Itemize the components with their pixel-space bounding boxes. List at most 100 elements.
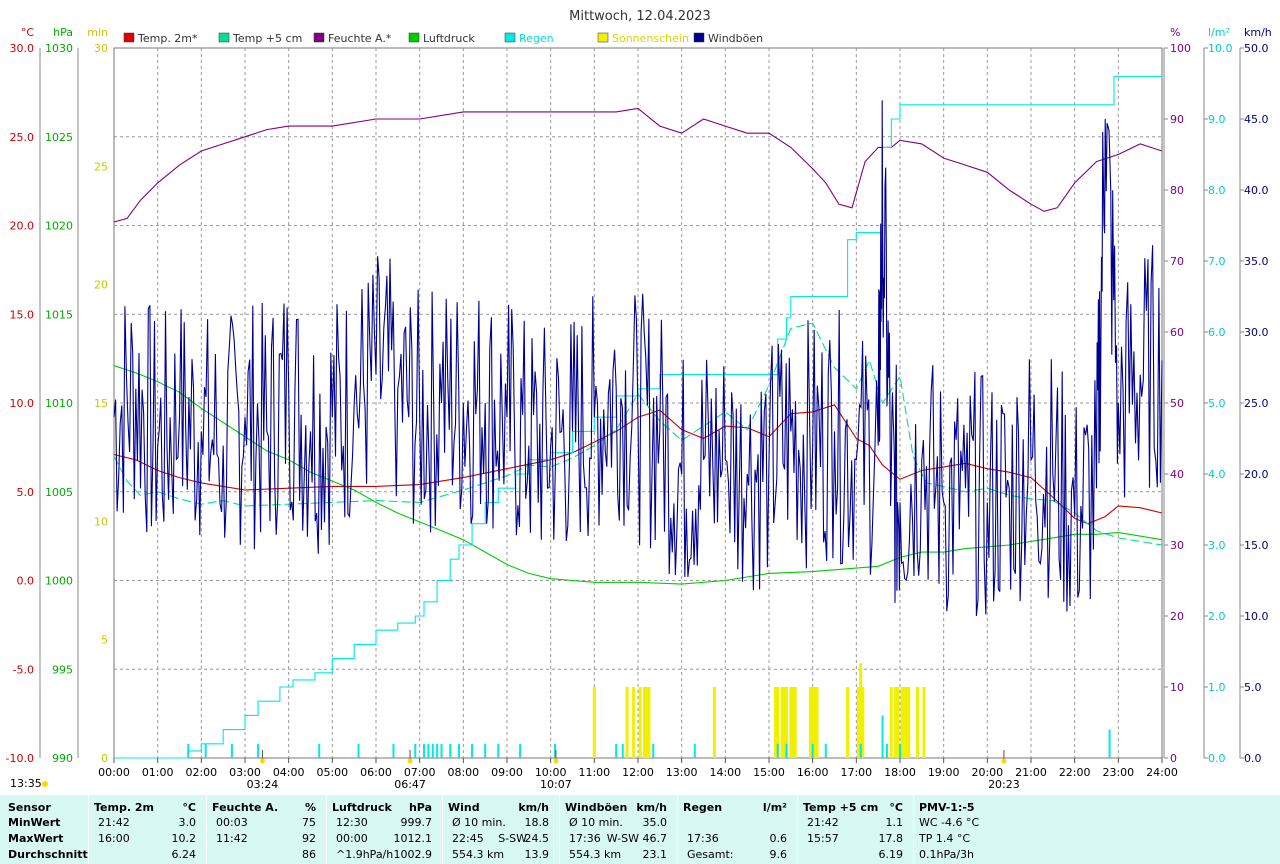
stats-cell-label: 00:00	[336, 832, 368, 845]
rain-tick-label: 6.0	[1208, 326, 1226, 339]
sunshine-bar	[632, 687, 636, 758]
temp-tick-label: -10.0	[6, 752, 34, 765]
stats-cell-value: 23.1	[642, 848, 668, 861]
humidity-tick-label: 30	[1170, 539, 1184, 552]
sunshine-bar	[647, 687, 651, 758]
chart-title: Mittwoch, 12.04.2023	[569, 9, 711, 24]
humidity-tick-label: 90	[1170, 113, 1184, 126]
rain-bar	[204, 743, 207, 758]
x-tick-label: 21:00	[1015, 766, 1047, 779]
rain-bar	[257, 743, 260, 758]
stats-column-title: PMV-1:-5	[919, 801, 975, 814]
stats-separator	[559, 795, 560, 864]
sunshine-bar	[846, 687, 850, 758]
pressure-tick-label: 1015	[45, 308, 73, 321]
temp-tick-label: 0.0	[17, 575, 35, 588]
legend-label: Temp. 2m*	[137, 32, 198, 45]
rain-bar	[824, 743, 827, 758]
rain-bar	[776, 743, 779, 758]
sunshine-bar	[625, 687, 629, 758]
sunshine-tick-label: 30	[94, 42, 108, 55]
temp-tick-label: 20.0	[10, 220, 35, 233]
stats-label-column: Sensor MinWert MaxWert Durchschnitt	[8, 795, 88, 864]
stats-cell-label: ^1.9hPa/h	[336, 848, 394, 861]
pressure-tick-label: 1005	[45, 486, 73, 499]
wind-tick-label: 50.0	[1244, 42, 1269, 55]
stats-column: Temp. 2m °C 21:42 3.0 16:00 10.2 6.24	[88, 795, 204, 864]
pressure-tick-label: 1020	[45, 220, 73, 233]
legend-swatch	[123, 32, 135, 43]
sunshine-tick-label: 20	[94, 279, 108, 292]
humidity-tick-label: 50	[1170, 397, 1184, 410]
wind-tick-label: 10.0	[1244, 610, 1269, 623]
chart-legend: Temp. 2m* Temp +5 cm Feuchte A.* Luftdruck R…	[123, 32, 763, 45]
stats-cell-label: 554.3 km	[569, 848, 622, 861]
rain-tick-label: 5.0	[1208, 397, 1226, 410]
rain-bar	[457, 743, 460, 758]
humidity-tick-label: 10	[1170, 681, 1184, 694]
x-tick-label: 08:00	[447, 766, 479, 779]
sunshine-bar	[592, 687, 596, 758]
rain-bar	[859, 743, 862, 758]
rain-bar	[357, 743, 360, 758]
sunshine-bar	[915, 687, 919, 758]
rain-bar	[615, 743, 618, 758]
stats-wind-direction: S-SW	[498, 832, 527, 845]
legend-label: Regen	[519, 32, 554, 45]
x-tick-label: 09:00	[491, 766, 523, 779]
x-tick-label: 05:00	[316, 766, 348, 779]
stats-cell-value: 17.8	[878, 832, 904, 845]
rain-tick-label: 4.0	[1208, 468, 1226, 481]
wind-tick-label: 45.0	[1244, 113, 1269, 126]
stats-separator	[677, 795, 678, 864]
stats-cell-value: 18.8	[524, 816, 550, 829]
humidity-tick-label: 20	[1170, 610, 1184, 623]
stats-column-unit: km/h	[518, 801, 549, 814]
rain-tick-label: 3.0	[1208, 539, 1226, 552]
legend-swatch	[504, 32, 516, 43]
x-tick-label: 06:00	[360, 766, 392, 779]
stats-cell-label: 21:42	[807, 816, 839, 829]
rain-tick-label: 7.0	[1208, 255, 1226, 268]
rain-bar	[899, 743, 901, 758]
legend-label: Temp +5 cm	[232, 32, 302, 45]
stats-min-label: MinWert	[8, 816, 61, 829]
rain-bar	[497, 743, 500, 758]
stats-column-unit: %	[304, 801, 316, 814]
stats-column-unit: °C	[182, 801, 196, 814]
stats-avg-label: Durchschnitt	[8, 848, 88, 861]
stats-column: Wind km/h Ø 10 min. 18.8 22:45 24.5 554.3 km 13…	[442, 795, 557, 864]
humidity-tick-label: 60	[1170, 326, 1184, 339]
legend-label: Sonnenschein	[612, 32, 689, 45]
statistics-panel: Sensor MinWert MaxWert Durchschnitt Temp…	[0, 795, 1280, 864]
pressure-tick-label: 990	[52, 752, 73, 765]
stats-cell-value: 46.7	[642, 832, 668, 845]
stats-cell-label: 00:03	[216, 816, 248, 829]
rain-bar	[423, 743, 426, 758]
stats-cell-label: 16:00	[98, 832, 130, 845]
stats-column-title: Regen	[683, 801, 723, 814]
wind-tick-label: 0.0	[1244, 752, 1262, 765]
sunshine-bar	[638, 687, 642, 758]
rain-bar	[230, 743, 233, 758]
rain-bar	[392, 743, 395, 758]
stats-cell-label: WC -4.6 °C	[919, 816, 980, 829]
pressure-tick-label: 1000	[45, 575, 73, 588]
stats-cell-value: 10.2	[171, 832, 197, 845]
x-tick-label: 13:00	[666, 766, 698, 779]
sunshine-bar	[861, 687, 865, 758]
stats-cell-value: 6.19	[878, 848, 904, 861]
sunshine-tick-label: 15	[94, 397, 108, 410]
temp-tick-label: 30.0	[10, 42, 35, 55]
sunshine-bar	[793, 687, 797, 758]
rain-bar	[440, 743, 443, 758]
stats-column: Regen l/m² 17:36 0.6 Gesamt: 9.6	[677, 795, 795, 864]
rain-bar	[414, 743, 417, 758]
sunshine-bar	[907, 687, 911, 758]
pressure-tick-label: 995	[52, 663, 73, 676]
stats-column-unit: °C	[889, 801, 903, 814]
legend-swatch	[408, 32, 420, 43]
temp-tick-label: 15.0	[10, 308, 35, 321]
event-marker-label: 20:23	[988, 778, 1020, 791]
stats-cell-label: Gesamt:	[687, 848, 734, 861]
